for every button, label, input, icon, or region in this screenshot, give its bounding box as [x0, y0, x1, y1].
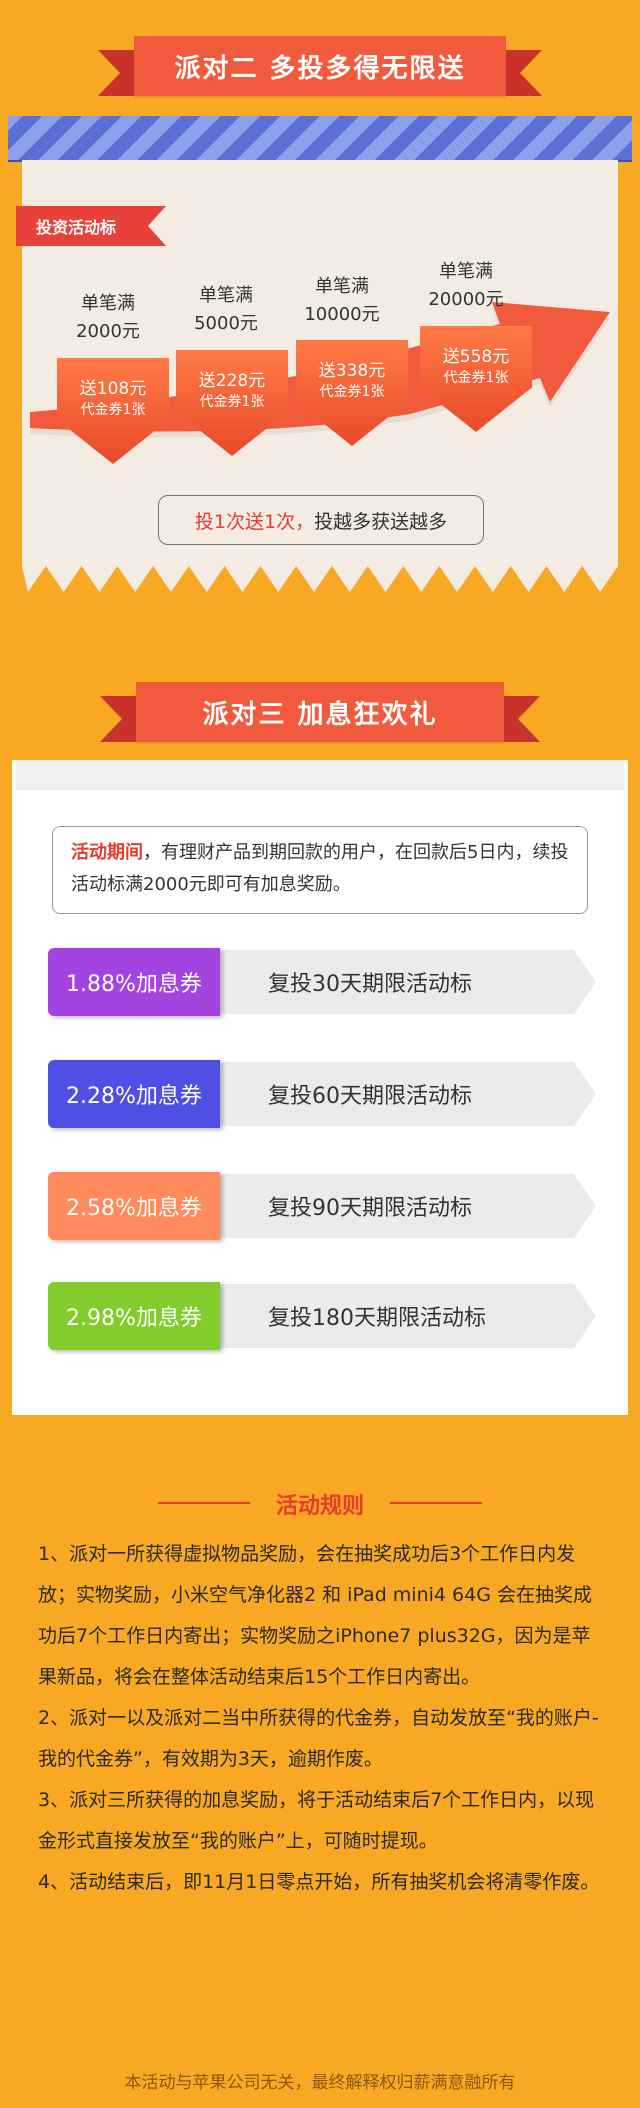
- coupon-rate: 1.88%加息券: [48, 948, 220, 1016]
- slogan-highlight: 投1次送1次，: [194, 510, 315, 533]
- party3-title: 派对三 加息狂欢礼: [136, 682, 504, 742]
- awning-stripe: [8, 116, 632, 160]
- tier-condition: 单笔满: [315, 276, 369, 297]
- party3-banner: 派对三 加息狂欢礼: [100, 682, 504, 742]
- party2-title: 派对二 多投多得无限送: [134, 36, 506, 96]
- party2-banner: 派对二 多投多得无限送: [98, 36, 506, 96]
- coupon-term: 复投180天期限活动标: [268, 1306, 486, 1331]
- slogan-box: 投1次送1次， 投越多获送越多: [158, 495, 484, 545]
- reward-voucher: 代金券1张: [80, 402, 146, 418]
- coupon-row-3: 2.58%加息券 复投90天期限活动标: [48, 1172, 596, 1240]
- rule-item: 1、派对一所获得虚拟物品奖励，会在抽奖成功后3个工作日内发放；实物奖励，小米空气…: [38, 1543, 592, 1688]
- coupon-rate: 2.58%加息券: [48, 1172, 220, 1240]
- tier-1-label: 单笔满 2000元: [48, 290, 168, 346]
- reward-amount: 送338元: [318, 361, 386, 381]
- tier-condition: 单笔满: [439, 261, 493, 282]
- reward-amount: 送108元: [79, 379, 147, 399]
- reward-amount: 送228元: [198, 371, 266, 391]
- coupon-row-4: 2.98%加息券 复投180天期限活动标: [48, 1282, 596, 1350]
- reward-voucher: 代金券1张: [319, 384, 385, 400]
- desc-highlight: 活动期间: [71, 842, 143, 863]
- reward-voucher: 代金券1张: [199, 394, 265, 410]
- tier-4-label: 单笔满 20000元: [406, 258, 526, 314]
- coupon-term: 复投60天期限活动标: [268, 1084, 472, 1109]
- tier-amount: 20000元: [428, 289, 504, 310]
- tier-condition: 单笔满: [199, 285, 253, 306]
- tier-2-label: 单笔满 5000元: [166, 282, 286, 338]
- coupon-rate: 2.28%加息券: [48, 1060, 220, 1128]
- card-header-shade: [16, 760, 624, 790]
- coupon-term: 复投30天期限活动标: [268, 972, 472, 997]
- slogan-text: 投越多获送越多: [314, 510, 448, 533]
- tier-amount: 2000元: [76, 321, 140, 342]
- rule-item: 4、活动结束后，即11月1日零点开始，所有抽奖机会将清零作废。: [38, 1871, 600, 1893]
- investment-tag: 投资活动标: [16, 206, 166, 246]
- disclaimer-footer: 本活动与苹果公司无关，最终解释权归薪满意融所有: [124, 2073, 516, 2093]
- rules-title: 活动规则: [275, 1494, 364, 1519]
- party3-description: 活动期间，有理财产品到期回款的用户，在回款后5日内，续投活动标满2000元即可有…: [52, 826, 588, 914]
- coupon-rate: 2.98%加息券: [48, 1282, 220, 1350]
- rules-list: 1、派对一所获得虚拟物品奖励，会在抽奖成功后3个工作日内发放；实物奖励，小米空气…: [38, 1534, 608, 1903]
- desc-text: ，有理财产品到期回款的用户，在回款后5日内，续投活动标满2000元即可有加息奖励…: [71, 842, 569, 895]
- rule-item: 3、派对三所获得的加息奖励，将于活动结束后7个工作日内，以现金形式直接发放至“我…: [38, 1789, 595, 1852]
- tier-amount: 10000元: [304, 304, 380, 325]
- coupon-row-1: 1.88%加息券 复投30天期限活动标: [48, 948, 596, 1016]
- tier-amount: 5000元: [194, 313, 258, 334]
- tier-3-label: 单笔满 10000元: [282, 273, 402, 329]
- tier-condition: 单笔满: [81, 293, 135, 314]
- coupon-term: 复投90天期限活动标: [268, 1196, 472, 1221]
- coupon-row-2: 2.28%加息券 复投60天期限活动标: [48, 1060, 596, 1128]
- reward-voucher: 代金券1张: [443, 370, 509, 386]
- rule-item: 2、派对一以及派对二当中所获得的代金券，自动发放至“我的账户-我的代金券”，有效…: [38, 1707, 599, 1770]
- reward-amount: 送558元: [442, 347, 510, 367]
